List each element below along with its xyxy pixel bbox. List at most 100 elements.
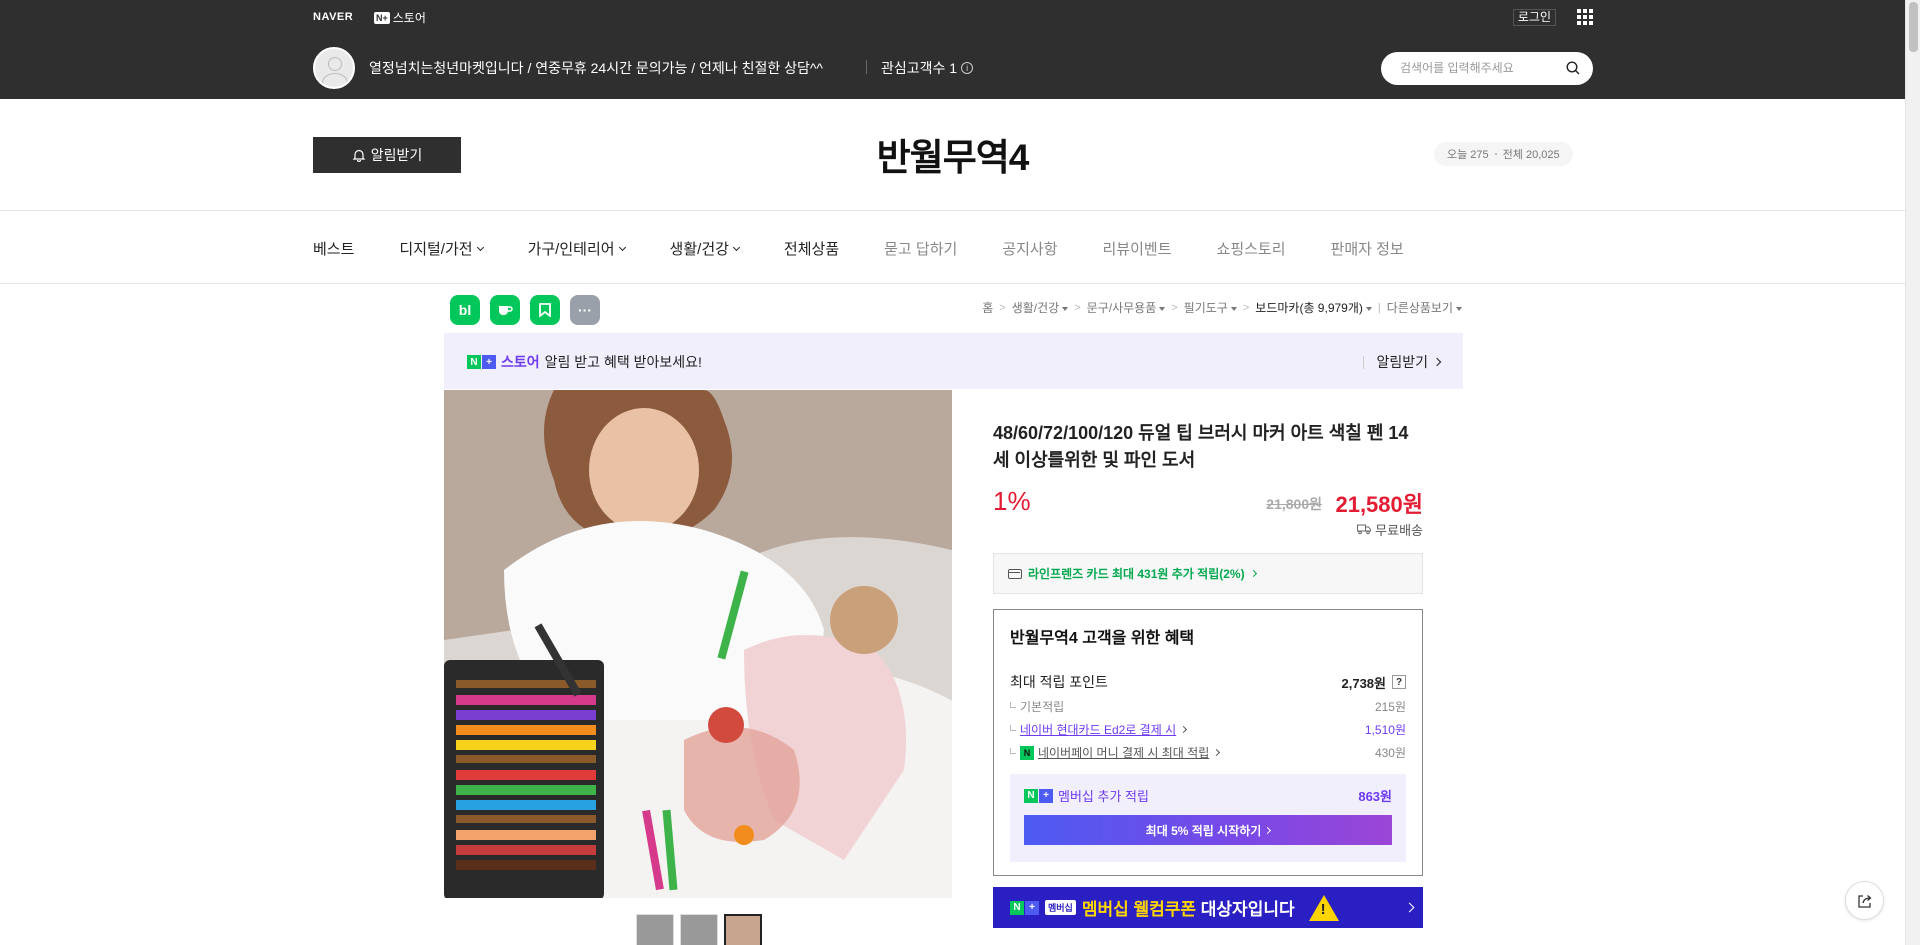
nav-item-label: 리뷰이벤트 [1102,241,1172,258]
naver-logo[interactable]: NAVER [313,11,353,23]
nav-item[interactable]: 리뷰이벤트 [1103,238,1172,259]
welcome-coupon-banner[interactable]: N + 멤버십 멤버십 웰컴쿠폰 대상자입니다 [993,887,1423,928]
store-header: 알림받기 반월무역4 오늘 275 전체 20,025 [0,99,1905,211]
chevron-right-icon [1264,826,1272,834]
category-nav: 베스트 디지털/가전 가구/인테리어 생활/건강 전체상품 묻고 답하기 공지사항 리뷰이벤트… [0,212,1905,284]
chevron-right-icon [1213,748,1221,757]
store-page: NAVER N+ 스토어 로그인 열정넘치는청년마켓입니다 / 연중무휴 24시… [0,0,1905,945]
nav-item-label: 전체상품 [783,241,840,258]
bookmark-share-icon[interactable] [530,295,560,325]
nav-item-label: 묻고 답하기 [884,241,958,258]
card-points-row: 네이버 현대카드 Ed2로 결제 시 1,510원 [1010,721,1406,738]
promo-text: 알림 받고 혜택 받아보세요! [544,354,702,370]
product-main-image[interactable] [444,390,952,898]
card-benefit-text: 라인프렌즈 카드 최대 431원 추가 적립(2%) [1028,567,1245,581]
visitors-total: 전체 20,025 [1502,149,1560,161]
nav-item[interactable]: 묻고 답하기 [884,238,957,259]
thumbnail-image-active[interactable] [724,914,762,945]
max-points-row: 최대 적립 포인트 2,738원 ? [1010,672,1406,692]
npay-money-link[interactable]: 네이버페이 머니 결제 시 최대 적립 [1038,744,1209,761]
cafe-share-icon[interactable] [490,295,520,325]
store-profile-bar: 열정넘치는청년마켓입니다 / 연중무휴 24시간 문의가능 / 언제나 친절한 … [313,47,1593,89]
store-name[interactable]: 반월무역4 [0,127,1905,181]
visitors-today: 오늘 275 [1447,149,1489,161]
scrollbar-thumb[interactable] [1909,2,1918,52]
shipping-label: 무료배송 [1375,523,1423,538]
breadcrumb-current[interactable]: 보드마카(총 9,979개) [1255,299,1372,316]
chevron-down-icon [476,243,484,251]
hyundai-card-link[interactable]: 네이버 현대카드 Ed2로 결제 시 [1020,721,1176,738]
interest-count: 관심고객수 1 i [881,58,974,78]
product-title: 48/60/72/100/120 듀얼 팁 브러시 마커 아트 색칠 펜 14세… [993,423,1409,470]
floating-share-button[interactable] [1845,881,1884,920]
breadcrumb-level3[interactable]: 필기도구 [1184,299,1237,316]
credit-card-icon [1008,568,1022,579]
divider [866,60,867,74]
help-icon[interactable]: ? [1392,675,1406,689]
login-button[interactable]: 로그인 [1512,9,1556,26]
info-icon[interactable]: i [961,62,974,74]
other-products-link[interactable]: 다른상품보기 [1387,299,1462,316]
nav-item[interactable]: 공지사항 [1002,238,1057,259]
search-icon[interactable] [1566,61,1580,75]
discount-rate: 1% [993,486,1031,516]
chevron-right-icon [1404,902,1415,913]
membership-row: N + 멤버십 추가 적립 863원 [1024,786,1392,805]
benefit-box: 반월무역4 고객을 위한 혜택 최대 적립 포인트 2,738원 ? 기본적립 … [993,609,1423,876]
nplus-badge-icon: N+ [374,11,390,24]
max-points-value: 2,738원 [1341,675,1387,691]
nav-item[interactable]: 판매자 정보 [1331,238,1404,259]
store-logo-text: 스토어 [392,11,426,25]
original-price: 21,800원 [1266,496,1322,512]
truck-icon [1357,524,1372,535]
nav-item[interactable]: 디지털/가전 [399,238,484,259]
apps-grid-icon[interactable] [1577,9,1593,25]
interest-label: 관심고객수 1 [881,60,958,76]
breadcrumb-home[interactable]: 홈 [982,299,993,316]
nav-item-label: 베스트 [313,241,355,258]
nav-item[interactable]: 가구/인테리어 [528,238,626,259]
card-benefit-link[interactable]: 라인프렌즈 카드 최대 431원 추가 적립(2%) [993,553,1423,594]
thumbnail-image[interactable] [680,914,718,945]
nav-item[interactable]: 베스트 [313,238,354,259]
store-logo[interactable]: N+ 스토어 [374,9,426,26]
nav-item-label: 공지사항 [1002,241,1058,258]
thumbnail-image[interactable] [636,914,674,945]
chevron-down-icon [618,243,626,251]
membership-start-label: 최대 5% 적립 시작하기 [1145,823,1262,838]
basic-points-row: 기본적립 215원 [1010,698,1406,715]
store-avatar[interactable] [313,47,355,89]
breadcrumb: 홈 > 생활/건강 > 문구/사무용품 > 필기도구 > 보드마카(총 9,97… [982,299,1462,316]
category-list: 베스트 디지털/가전 가구/인테리어 생활/건강 전체상품 묻고 답하기 공지사항 리뷰이벤트… [313,238,1449,259]
blog-share-icon[interactable]: bl [450,295,480,325]
nav-item[interactable]: 쇼핑스토리 [1217,238,1286,259]
max-points-label: 최대 적립 포인트 [1010,674,1108,690]
promo-alarm-link[interactable]: 알림받기 [1363,352,1442,372]
promo-store-word: 스토어 [501,354,540,370]
membership-start-button[interactable]: 최대 5% 적립 시작하기 [1024,815,1392,845]
chevron-down-icon [732,243,740,251]
warning-icon [1308,894,1339,921]
breadcrumb-level2[interactable]: 문구/사무용품 [1087,299,1166,316]
global-nav: NAVER N+ 스토어 로그인 [313,9,1593,26]
search-box [1381,52,1593,85]
basic-points-label: 기본적립 [1020,700,1065,714]
share-icons: bl ··· [450,295,600,325]
nav-item[interactable]: 생활/건강 [670,238,740,259]
nplus-icon: N + [1010,900,1039,915]
more-share-icon[interactable]: ··· [570,295,600,325]
membership-value: 863원 [1358,789,1392,804]
npay-points-row: N 네이버페이 머니 결제 시 최대 적립 430원 [1010,744,1406,761]
sale-price: 21,580원 [1335,492,1423,517]
coupon-text: 멤버십 웰컴쿠폰 대상자입니다 [1081,900,1295,919]
search-input[interactable] [1400,59,1560,77]
membership-tag: 멤버십 [1045,900,1076,915]
nplus-store-icon: N + [467,355,496,369]
page-scrollbar[interactable] [1905,0,1920,945]
breadcrumb-level1[interactable]: 생활/건강 [1012,299,1069,316]
price-row: 1% 21,800원 21,580원 [993,484,1423,520]
chevron-right-icon [1180,725,1188,734]
nav-item[interactable]: 전체상품 [784,238,839,259]
basic-points-value: 215원 [1374,700,1406,714]
nav-item-label: 디지털/가전 [399,241,473,258]
